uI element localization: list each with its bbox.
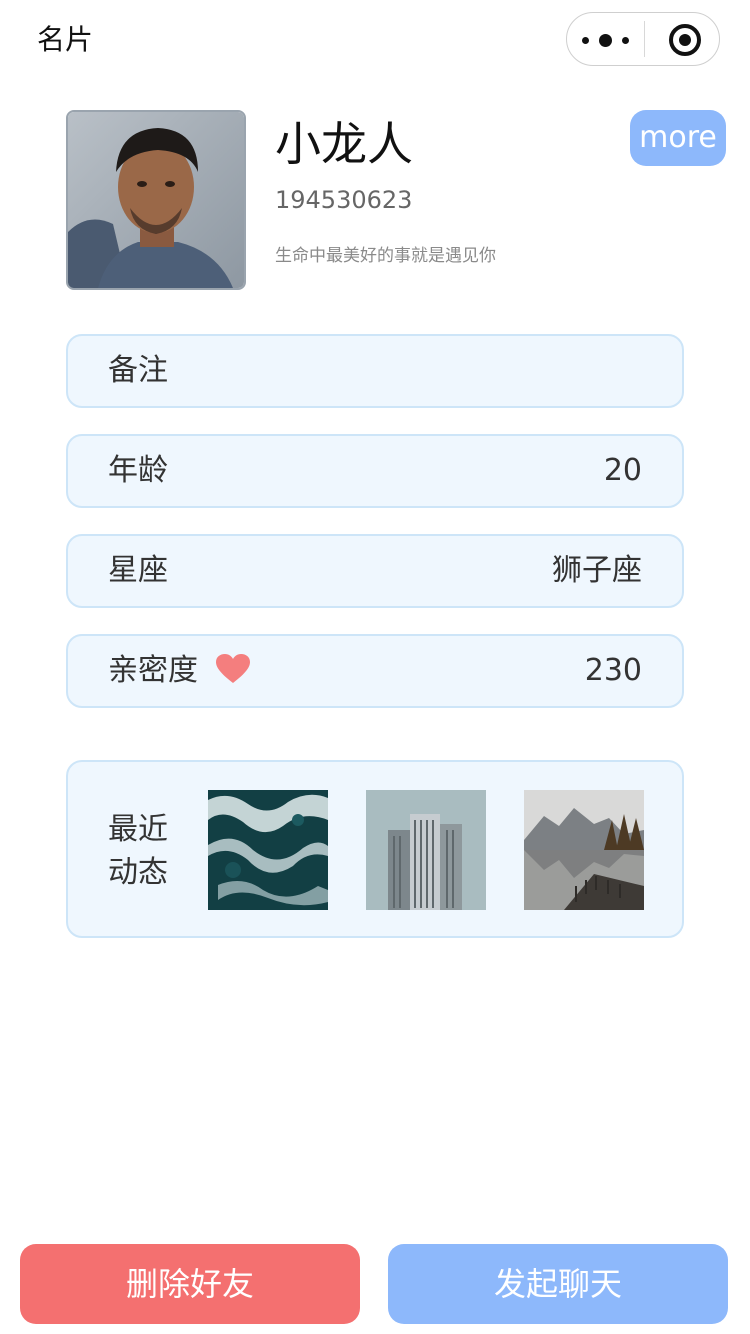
zodiac-value: 狮子座: [552, 553, 642, 588]
close-miniprogram-icon[interactable]: [669, 24, 701, 56]
dot-icon: [599, 33, 612, 47]
more-options-button[interactable]: [567, 13, 644, 67]
delete-friend-button[interactable]: 删除好友: [20, 1244, 360, 1324]
page-title: 名片: [37, 23, 94, 56]
zodiac-label: 星座: [108, 553, 168, 588]
building-photo: [366, 790, 486, 910]
intimacy-label-group: 亲密度: [108, 636, 250, 706]
contact-card-page: 名片 小龙人 194530623 生命中最美好的事就是遇见你 more 备注 年…: [0, 0, 750, 1334]
start-chat-button[interactable]: 发起聊天: [388, 1244, 728, 1324]
age-label: 年龄: [108, 453, 168, 488]
age-value: 20: [603, 453, 642, 488]
avatar[interactable]: [66, 110, 246, 290]
avatar-photo: [68, 112, 244, 288]
recent-moments-label: 最近 动态: [108, 808, 178, 894]
signature: 生命中最美好的事就是遇见你: [275, 246, 496, 266]
user-id: 194530623: [275, 186, 413, 214]
heart-icon: [215, 653, 250, 683]
capsule-divider: [644, 21, 645, 57]
intimacy-label: 亲密度: [108, 653, 198, 688]
intimacy-row: 亲密度 230: [66, 634, 684, 708]
lake-mountain-photo: [524, 790, 644, 910]
recent-moments[interactable]: 最近 动态: [66, 760, 684, 938]
ocean-waves-photo: [208, 790, 328, 910]
zodiac-row: 星座 狮子座: [66, 534, 684, 608]
recent-moments-label-line2: 动态: [108, 855, 168, 890]
moment-thumbnail-building[interactable]: [366, 790, 486, 910]
intimacy-value: 230: [584, 653, 642, 688]
remark-row[interactable]: 备注: [66, 334, 684, 408]
dot-icon: [622, 36, 629, 44]
more-button[interactable]: more: [630, 110, 726, 166]
remark-label: 备注: [108, 353, 168, 388]
nickname: 小龙人: [275, 117, 413, 171]
moment-thumbnail-ocean[interactable]: [208, 790, 328, 910]
age-row: 年龄 20: [66, 434, 684, 508]
recent-moments-label-line1: 最近: [108, 812, 168, 847]
miniprogram-capsule: [566, 12, 720, 66]
dot-icon: [582, 36, 589, 44]
moment-thumbnail-lake[interactable]: [524, 790, 644, 910]
